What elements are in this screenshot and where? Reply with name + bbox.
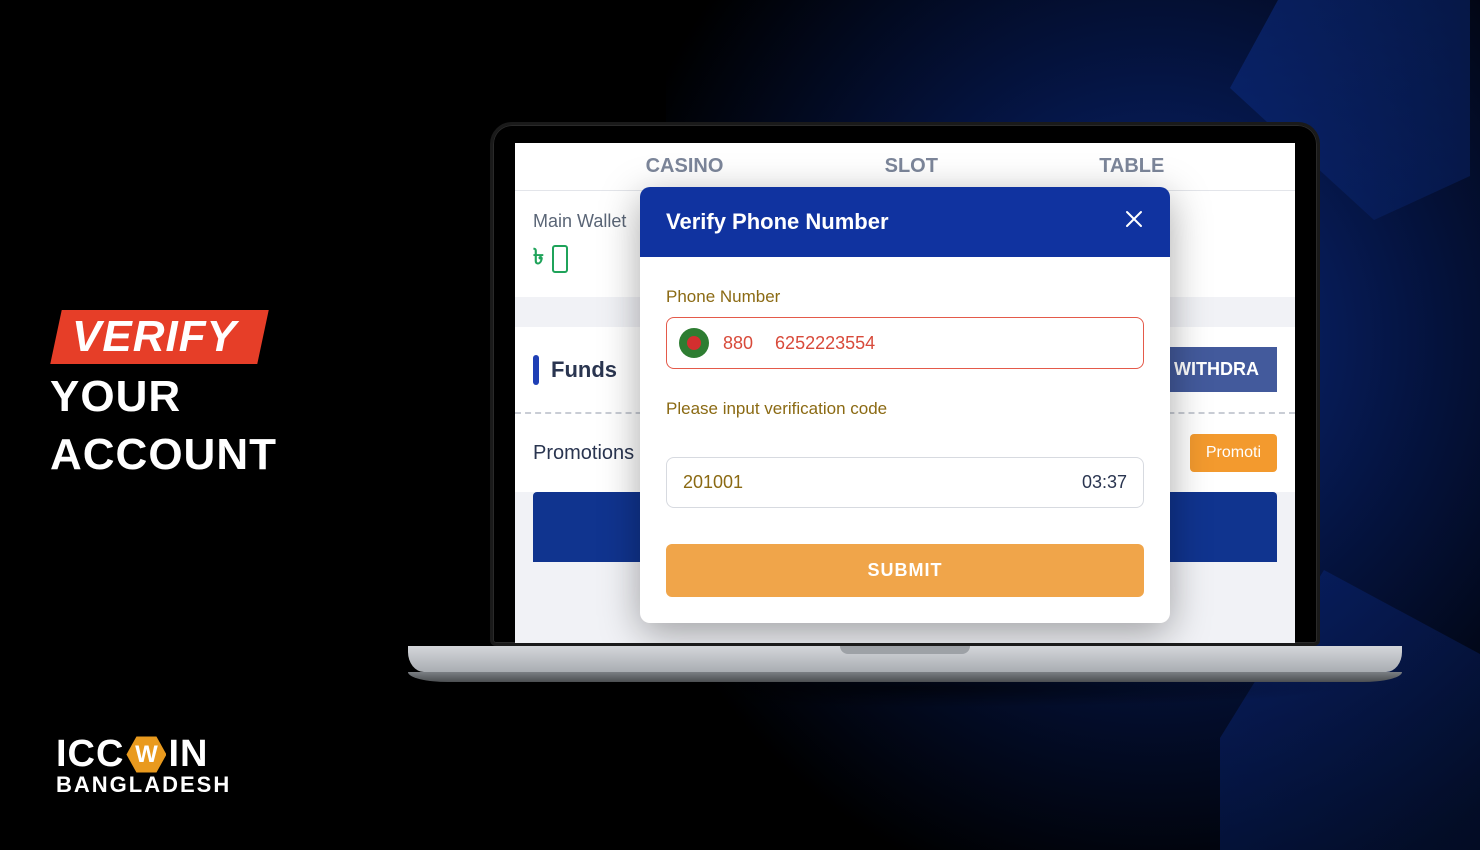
modal-body: Phone Number 880 6252223554 Please input… [640, 257, 1170, 623]
verification-code-value: 201001 [683, 472, 743, 493]
laptop-foot [408, 672, 1402, 682]
funds-label: Funds [551, 357, 617, 383]
submit-button[interactable]: SUBMIT [666, 544, 1144, 597]
tab-table[interactable]: TABLE [1099, 155, 1164, 178]
brand-logo: ICC W IN BANGLADESH [56, 733, 231, 798]
laptop-mockup: CASINO SLOT TABLE Main Wallet ৳ Funds WI… [490, 122, 1320, 682]
hero-text-block: VERIFY YOUR ACCOUNT [50, 310, 277, 480]
currency-icon: ৳ [533, 240, 544, 277]
phone-number-value: 6252223554 [775, 333, 875, 354]
phone-number-label: Phone Number [666, 287, 1144, 307]
laptop-screen: CASINO SLOT TABLE Main Wallet ৳ Funds WI… [515, 143, 1295, 643]
laptop-base [408, 646, 1402, 672]
brand-hex-icon: W [126, 735, 166, 775]
phone-number-input[interactable]: 880 6252223554 [666, 317, 1144, 369]
funds-accent-bar [533, 355, 539, 385]
promotions-button[interactable]: Promoti [1190, 434, 1277, 472]
wallet-amount-placeholder [552, 245, 568, 273]
hero-line-1: YOUR [50, 372, 277, 422]
country-code: 880 [723, 333, 753, 354]
hero-line-2: ACCOUNT [50, 430, 277, 480]
bangladesh-flag-icon [679, 328, 709, 358]
modal-title: Verify Phone Number [666, 209, 889, 235]
countdown-timer: 03:37 [1082, 472, 1127, 493]
nav-tabs: CASINO SLOT TABLE [515, 143, 1295, 191]
verify-badge-text: VERIFY [72, 312, 237, 362]
promotions-label: Promotions [533, 442, 634, 465]
verify-phone-modal: Verify Phone Number Phone Number 880 625… [640, 187, 1170, 623]
modal-header: Verify Phone Number [640, 187, 1170, 257]
brand-subtext: BANGLADESH [56, 772, 231, 798]
brand-prefix: ICC [56, 733, 124, 776]
close-icon[interactable] [1124, 209, 1144, 235]
brand-suffix: IN [168, 733, 208, 776]
verification-code-input[interactable]: 201001 03:37 [666, 457, 1144, 508]
verify-badge: VERIFY [50, 310, 268, 364]
tab-casino[interactable]: CASINO [646, 155, 724, 178]
laptop-bezel: CASINO SLOT TABLE Main Wallet ৳ Funds WI… [490, 122, 1320, 646]
withdraw-button[interactable]: WITHDRA [1156, 347, 1277, 392]
tab-slot[interactable]: SLOT [885, 155, 938, 178]
verification-code-label: Please input verification code [666, 399, 1144, 419]
